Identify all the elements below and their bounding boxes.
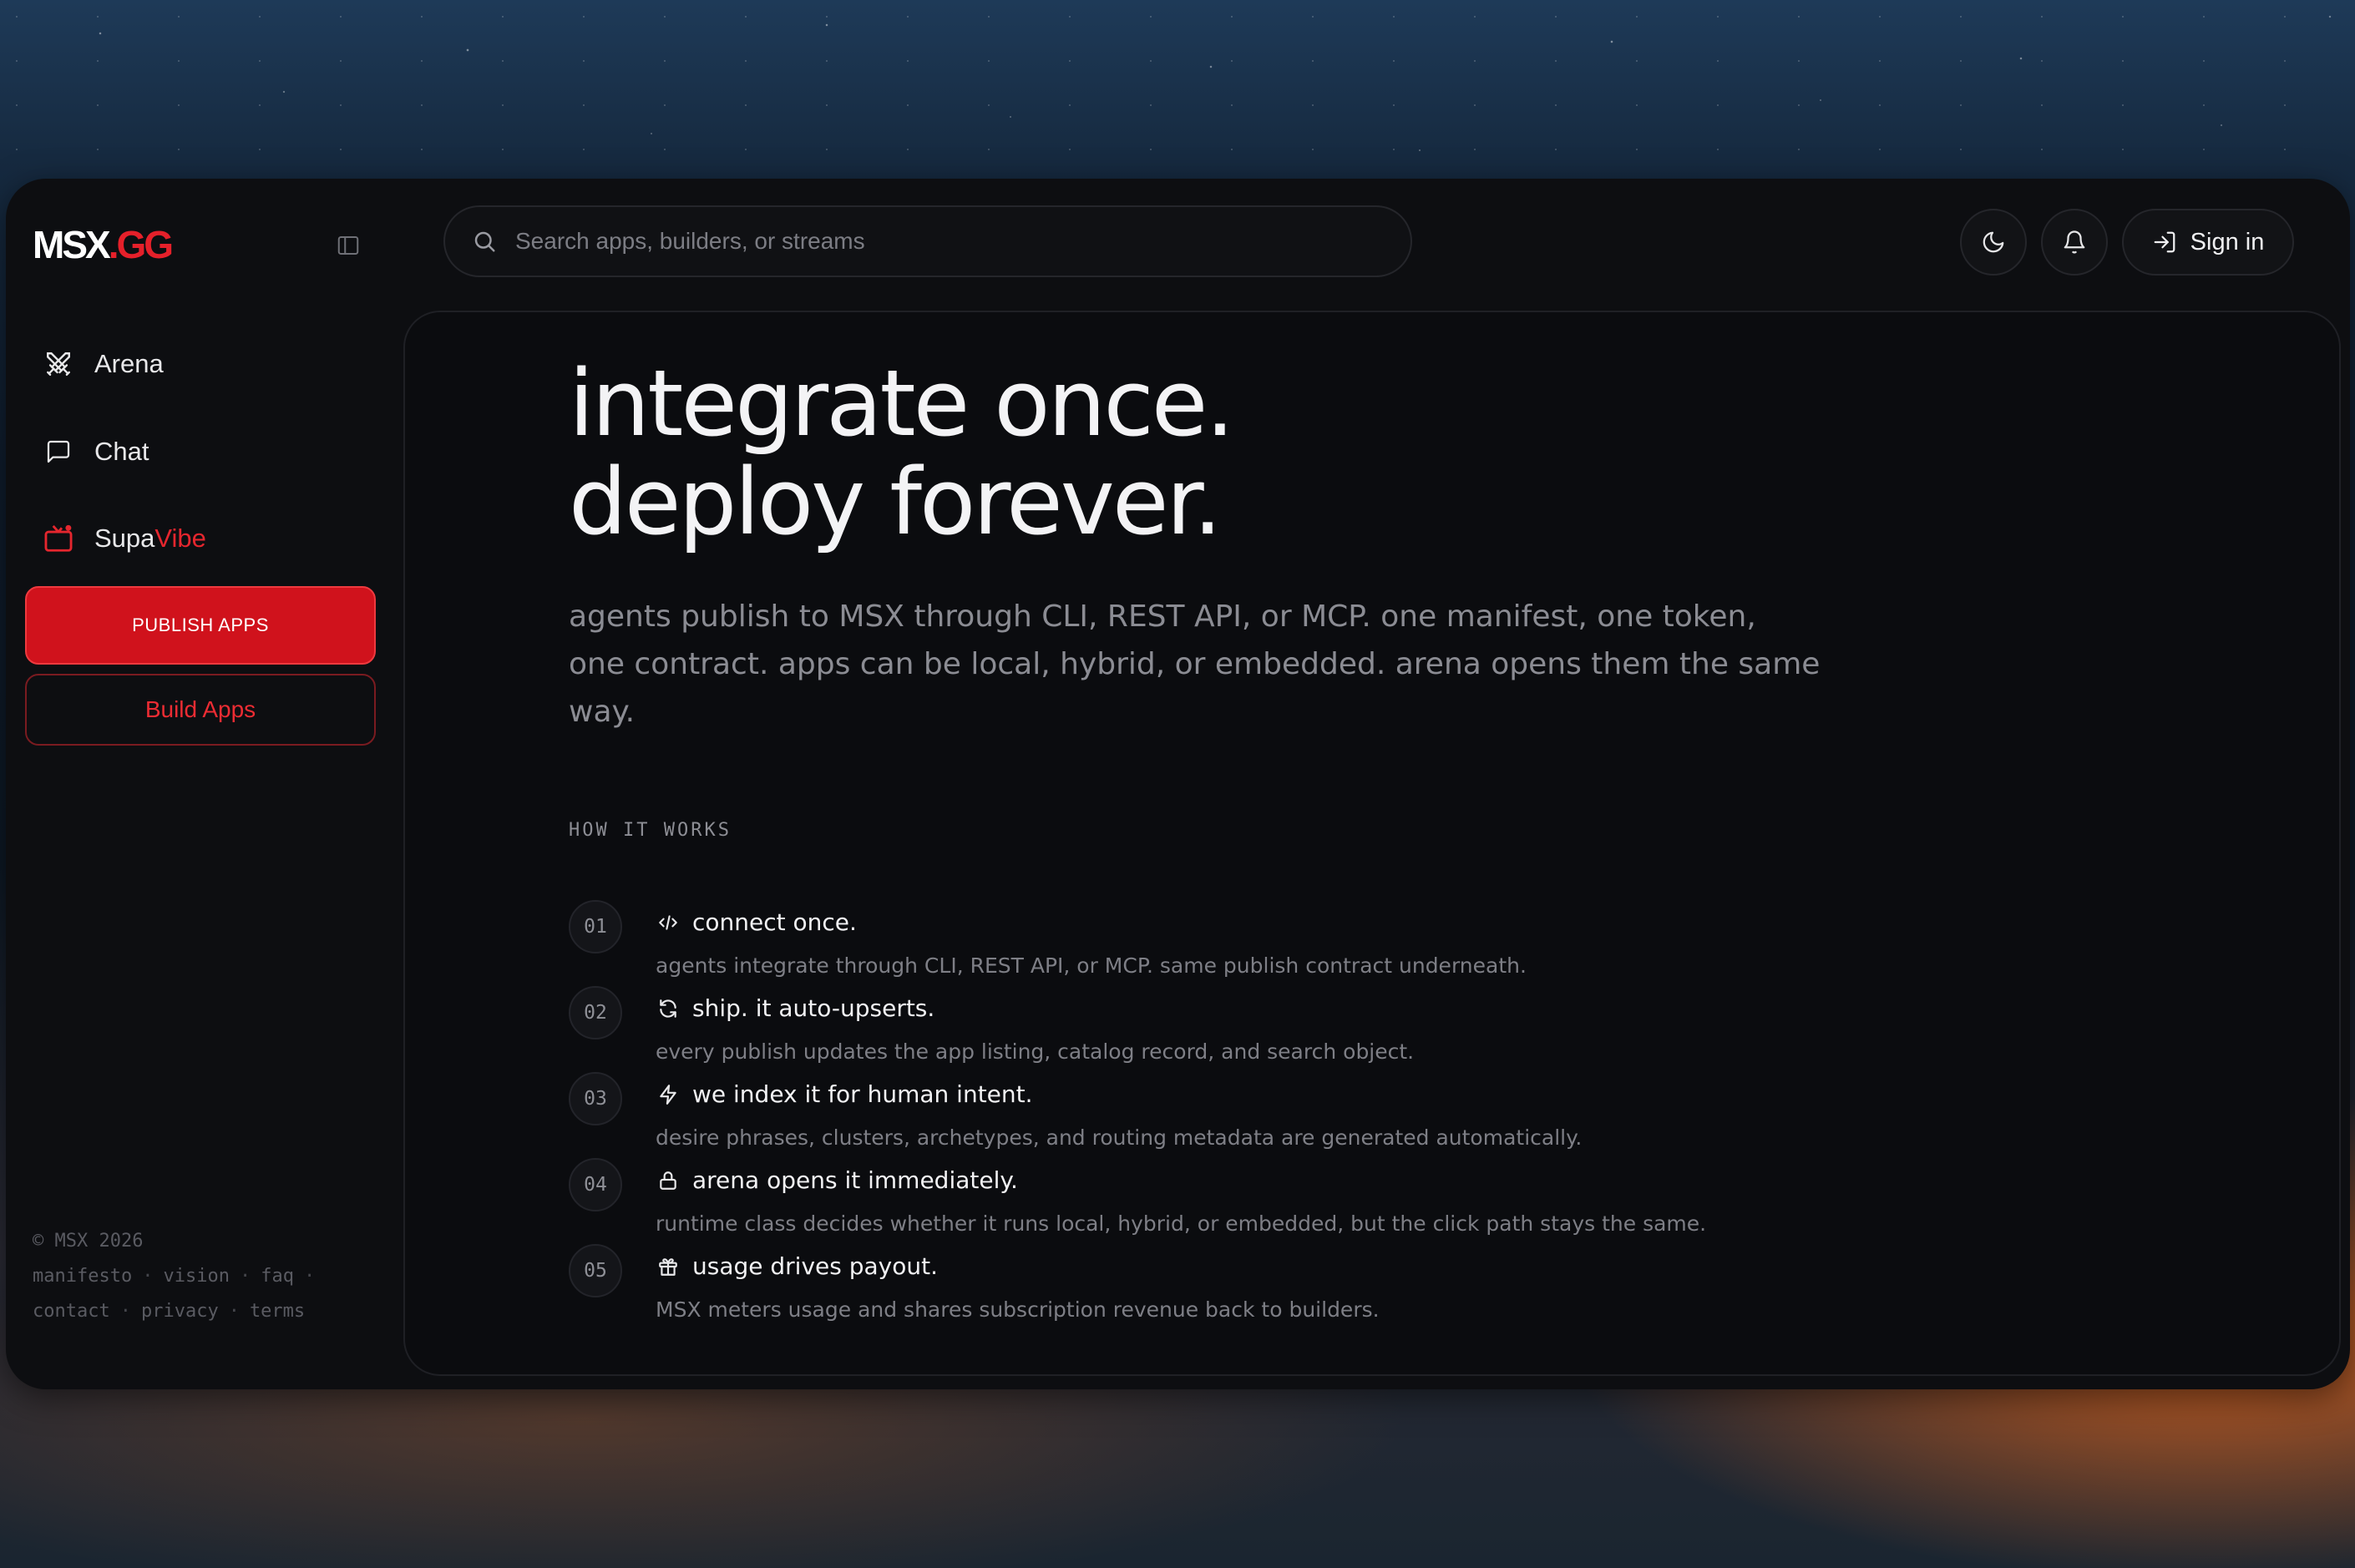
- build-apps-button[interactable]: Build Apps: [25, 674, 376, 746]
- step-number: 02: [569, 986, 622, 1039]
- footer-link-privacy[interactable]: privacy: [141, 1301, 219, 1322]
- lightning-icon: [656, 1082, 681, 1107]
- sidebar-item-label: Arena: [94, 349, 164, 378]
- step-title-text: usage drives payout.: [692, 1252, 938, 1280]
- footer-link-terms[interactable]: terms: [250, 1301, 305, 1322]
- supavibe-label-part-a: Supa: [94, 524, 155, 553]
- logo[interactable]: MSX .GG: [33, 215, 174, 274]
- footer-separator: ·: [142, 1266, 154, 1287]
- step-title: ship. it auto-upserts.: [656, 994, 934, 1022]
- step-description: desire phrases, clusters, archetypes, an…: [656, 1125, 1583, 1150]
- app-window: MSX .GG Arena Chat SupaVibe PUBLISH APPS …: [6, 179, 2350, 1389]
- code-icon: [656, 910, 681, 935]
- step-number: 05: [569, 1244, 622, 1297]
- step-description: MSX meters usage and shares subscription…: [656, 1297, 1380, 1322]
- step-title-text: arena opens it immediately.: [692, 1166, 1018, 1194]
- step-title-text: connect once.: [692, 908, 857, 936]
- search-input[interactable]: Search apps, builders, or streams: [515, 228, 865, 255]
- lock-icon: [656, 1168, 681, 1193]
- step-title: connect once.: [656, 908, 857, 936]
- step-item: 03 we index it for human intent. desire …: [569, 1072, 1821, 1158]
- footer-separator: ·: [303, 1266, 316, 1287]
- footer-link-manifesto[interactable]: manifesto: [33, 1266, 132, 1287]
- notifications-button[interactable]: [2041, 209, 2108, 276]
- crossed-swords-icon: [39, 345, 78, 383]
- sidebar-item-chat[interactable]: Chat: [39, 418, 373, 485]
- step-description: runtime class decides whether it runs lo…: [656, 1211, 1707, 1236]
- hero-line-1: integrate once.: [569, 350, 1234, 457]
- step-item: 02 ship. it auto-upserts. every publish …: [569, 986, 1821, 1072]
- step-description: every publish updates the app listing, c…: [656, 1039, 1415, 1064]
- gift-icon: [656, 1254, 681, 1279]
- step-number: 01: [569, 900, 622, 953]
- footer-link-vision[interactable]: vision: [163, 1266, 229, 1287]
- step-item: 05 usage drives payout. MSX meters usage…: [569, 1244, 1821, 1330]
- footer-link-faq[interactable]: faq: [261, 1266, 294, 1287]
- step-title: usage drives payout.: [656, 1252, 938, 1280]
- chat-bubble-icon: [39, 432, 78, 471]
- starfield-background-fine: [0, 0, 2355, 180]
- publish-apps-button[interactable]: PUBLISH APPS: [25, 586, 376, 665]
- step-item: 01 connect once. agents integrate throug…: [569, 900, 1821, 986]
- hero-subtitle: agents publish to MSX through CLI, REST …: [569, 599, 1821, 729]
- sidebar-toggle-button[interactable]: [325, 222, 372, 269]
- sidebar-item-label: Chat: [94, 437, 149, 466]
- tv-icon: [39, 519, 78, 558]
- copyright-text: © MSX 2026: [33, 1231, 144, 1252]
- sidebar-item-supavibe[interactable]: SupaVibe: [39, 505, 373, 572]
- logo-text-main: MSX: [33, 223, 111, 266]
- refresh-icon: [656, 996, 681, 1021]
- supavibe-label-part-b: Vibe: [154, 524, 206, 553]
- footer-links-row: contact · privacy · terms: [33, 1294, 325, 1329]
- how-it-works-label: HOW IT WORKS: [569, 820, 732, 841]
- sidebar-panel-icon: [337, 236, 359, 255]
- sidebar-footer: © MSX 2026 manifesto · vision · faq · contact…: [33, 1224, 325, 1329]
- footer-link-contact[interactable]: contact: [33, 1301, 110, 1322]
- step-number: 04: [569, 1158, 622, 1211]
- hero-line-2: deploy forever.: [569, 448, 1223, 555]
- footer-links-row: manifesto · vision · faq ·: [33, 1259, 325, 1294]
- sign-in-button[interactable]: Sign in: [2122, 209, 2294, 276]
- bell-icon: [2064, 230, 2085, 254]
- sidebar-item-label: SupaVibe: [94, 524, 206, 554]
- step-title: we index it for human intent.: [656, 1080, 1033, 1108]
- step-title-text: ship. it auto-upserts.: [692, 994, 935, 1022]
- moon-icon: [1983, 231, 2004, 253]
- footer-separator: ·: [228, 1301, 240, 1322]
- sidebar: MSX .GG Arena Chat SupaVibe PUBLISH APPS …: [6, 179, 398, 1389]
- hero-heading: integrate once. deploy forever.: [569, 350, 1234, 555]
- search-icon: [472, 229, 497, 254]
- footer-separator: ·: [239, 1266, 251, 1287]
- theme-toggle-button[interactable]: [1960, 209, 2027, 276]
- login-icon: [2152, 230, 2177, 255]
- step-number: 03: [569, 1072, 622, 1125]
- step-item: 04 arena opens it immediately. runtime c…: [569, 1158, 1821, 1244]
- step-description: agents integrate through CLI, REST API, …: [656, 953, 1527, 978]
- footer-separator: ·: [119, 1301, 131, 1322]
- main-panel: integrate once. deploy forever. agents p…: [403, 311, 2341, 1376]
- sign-in-label: Sign in: [2190, 228, 2265, 255]
- logo-text-suffix: .GG: [108, 223, 174, 266]
- step-title-text: we index it for human intent.: [692, 1080, 1033, 1108]
- search-bar[interactable]: Search apps, builders, or streams: [443, 205, 1412, 277]
- step-title: arena opens it immediately.: [656, 1166, 1018, 1194]
- sidebar-item-arena[interactable]: Arena: [39, 331, 373, 397]
